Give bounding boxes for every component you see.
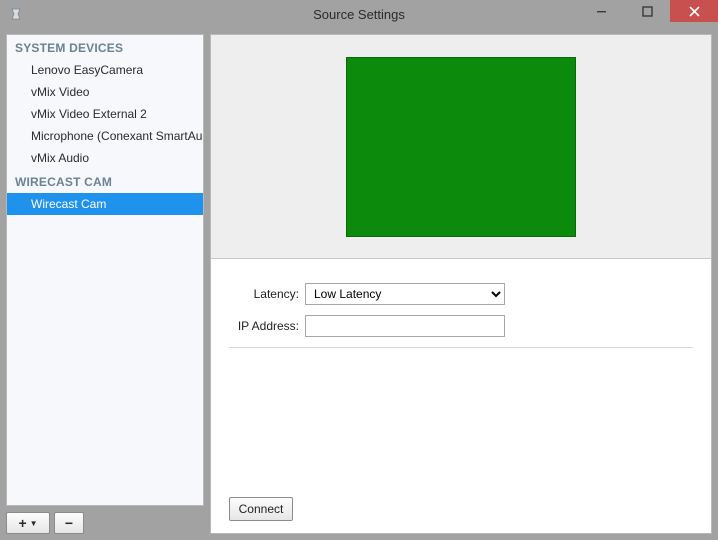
app-icon [8, 6, 24, 22]
titlebar: Source Settings [0, 0, 718, 28]
close-button[interactable] [670, 0, 718, 22]
sidebar: SYSTEM DEVICES Lenovo EasyCamera vMix Vi… [6, 34, 204, 534]
sidebar-buttons: + ▼ − [6, 512, 204, 534]
device-item-vmix-video[interactable]: vMix Video [7, 81, 203, 103]
device-list: SYSTEM DEVICES Lenovo EasyCamera vMix Vi… [6, 34, 204, 506]
device-item-vmix-external[interactable]: vMix Video External 2 [7, 103, 203, 125]
spacer [229, 348, 693, 497]
section-header-system: SYSTEM DEVICES [7, 35, 203, 59]
window-controls [578, 0, 718, 22]
ip-address-input[interactable] [305, 315, 505, 337]
device-item-lenovo[interactable]: Lenovo EasyCamera [7, 59, 203, 81]
video-preview [346, 57, 576, 237]
content-panel: Latency: Low Latency IP Address: Connect [210, 34, 712, 534]
settings-area: Latency: Low Latency IP Address: Connect [211, 259, 711, 533]
minus-icon: − [65, 515, 73, 531]
ip-label: IP Address: [229, 319, 305, 333]
connect-button[interactable]: Connect [229, 497, 293, 521]
plus-icon: + [18, 515, 26, 531]
window: Source Settings SYSTEM DEVICES Lenovo Ea… [0, 0, 718, 540]
preview-area [211, 35, 711, 259]
latency-label: Latency: [229, 287, 305, 301]
form-rows: Latency: Low Latency IP Address: [229, 283, 693, 337]
section-header-wirecast: WIRECAST CAM [7, 169, 203, 193]
chevron-down-icon: ▼ [30, 519, 38, 528]
maximize-button[interactable] [624, 0, 670, 22]
minimize-button[interactable] [578, 0, 624, 22]
device-item-vmix-audio[interactable]: vMix Audio [7, 147, 203, 169]
latency-row: Latency: Low Latency [229, 283, 693, 305]
add-source-button[interactable]: + ▼ [6, 512, 50, 534]
main-area: SYSTEM DEVICES Lenovo EasyCamera vMix Vi… [0, 28, 718, 540]
latency-select[interactable]: Low Latency [305, 283, 505, 305]
remove-source-button[interactable]: − [54, 512, 84, 534]
window-title: Source Settings [313, 7, 405, 22]
device-item-wirecast-cam[interactable]: Wirecast Cam [7, 193, 203, 215]
ip-row: IP Address: [229, 315, 693, 337]
device-item-microphone[interactable]: Microphone (Conexant SmartAudio [7, 125, 203, 147]
